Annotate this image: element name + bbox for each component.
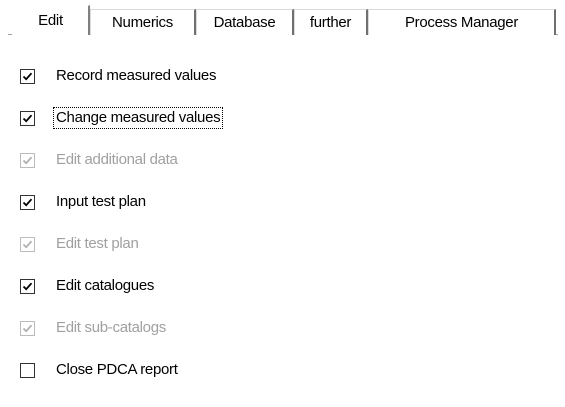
tab-numerics[interactable]: Numerics [90,9,196,35]
checkmark-icon [22,72,33,81]
option-input-test-plan[interactable]: Input test plan [20,181,223,223]
checkmark-icon [22,324,33,333]
tab-process-manager[interactable]: Process Manager [368,9,556,35]
option-label: Edit test plan [56,235,139,252]
checkbox[interactable] [20,152,35,168]
option-label: Input test plan [56,193,146,210]
option-edit-additional-data[interactable]: Edit additional data [20,139,223,181]
checkbox[interactable] [20,110,35,126]
checkbox[interactable] [20,68,35,84]
checkmark-icon [22,240,33,249]
option-edit-catalogues[interactable]: Edit catalogues [20,265,223,307]
option-record-measured-values[interactable]: Record measured values [20,55,223,97]
checkbox[interactable] [20,320,35,336]
option-label: Record measured values [56,67,217,84]
checkmark-icon [22,114,33,123]
option-label: Change measured values [53,107,224,129]
option-change-measured-values[interactable]: Change measured values [20,97,224,139]
checkbox[interactable] [20,362,35,378]
option-label: Edit catalogues [56,277,155,294]
tab-database[interactable]: Database [196,9,294,35]
option-edit-test-plan[interactable]: Edit test plan [20,223,223,265]
option-label: Close PDCA report [56,361,178,378]
edit-permissions-panel: Edit Numerics Database further Process M… [0,0,565,407]
checkmark-icon [22,198,33,207]
option-label: Edit additional data [56,151,178,168]
checkmark-icon [22,282,33,291]
checkbox[interactable] [20,236,35,252]
tab-further[interactable]: further [294,9,368,35]
tab-edit[interactable]: Edit [12,5,90,35]
checkbox[interactable] [20,194,35,210]
options-list: Record measured values Change measured v… [20,55,224,391]
checkmark-icon [22,156,33,165]
option-close-pdca-report[interactable]: Close PDCA report [20,349,223,391]
option-label: Edit sub-catalogs [56,319,166,336]
checkbox[interactable] [20,278,35,294]
tab-strip: Edit Numerics Database further Process M… [8,5,558,35]
option-edit-sub-catalogs[interactable]: Edit sub-catalogs [20,307,223,349]
